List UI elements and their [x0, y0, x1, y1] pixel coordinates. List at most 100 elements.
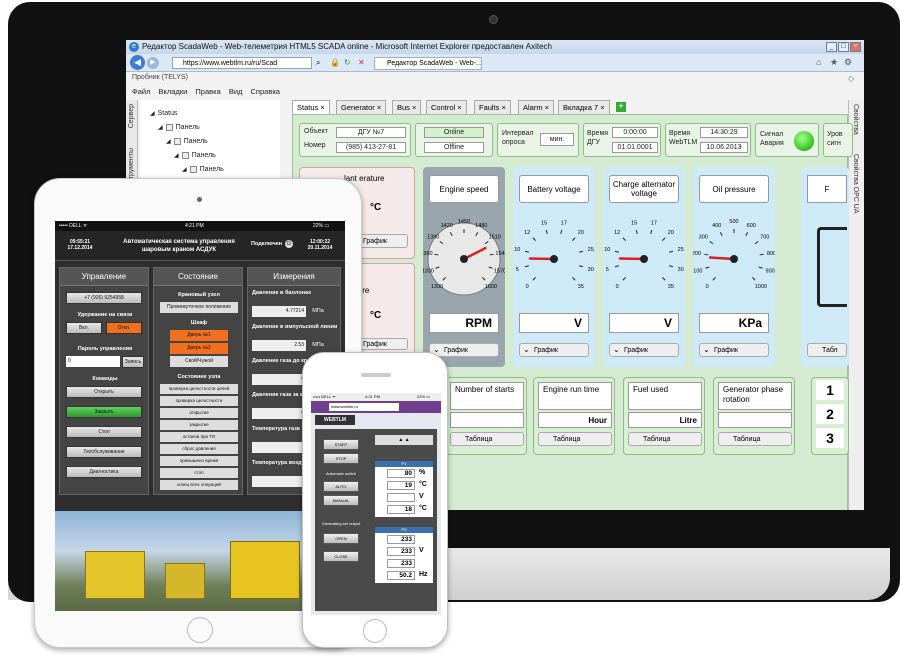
gear-icon[interactable]: ⚙ — [844, 57, 852, 68]
close-window-button[interactable]: × — [850, 42, 861, 52]
menu-tabs[interactable]: Вкладки — [159, 87, 188, 96]
dgu-date-value: 01.01.0001 — [612, 142, 658, 153]
gauge-tick-label: 25 — [588, 247, 594, 253]
menu-edit[interactable]: Правка — [195, 87, 220, 96]
door1-state: Дверь №1 — [170, 330, 228, 341]
reading-value: 50.2 — [387, 571, 415, 580]
tree-node-panel[interactable]: ◢ Панель — [158, 124, 200, 131]
close-button[interactable]: Закрыть — [66, 406, 142, 418]
reading-row: 80% — [375, 469, 433, 479]
gauge-tick — [614, 250, 620, 253]
gauge-tick-label: 10 — [514, 247, 520, 253]
counter-value — [718, 412, 792, 428]
url-input[interactable]: https://www.webtlm.ru/ru/Scad — [172, 57, 312, 69]
tablet-home-button[interactable] — [187, 617, 213, 643]
connection-cell: Online Offline — [415, 123, 493, 157]
gauge-tick — [532, 237, 536, 241]
hold-on-button[interactable]: Вкл. — [66, 322, 102, 334]
open-button[interactable]: OPEN — [323, 533, 359, 544]
auto-button[interactable]: AUTO — [323, 481, 359, 492]
tree-node-status[interactable]: ◢ Status — [150, 110, 177, 117]
collapse-icon[interactable]: ◇ — [848, 74, 854, 83]
tab-alarm[interactable]: Alarm × — [518, 100, 555, 114]
gauge-tick-label: 300 — [699, 235, 708, 241]
back-icon[interactable]: ◀ — [130, 55, 145, 70]
gauge-tick-label: 1600 — [485, 284, 497, 290]
minimize-button[interactable]: _ — [826, 42, 837, 52]
side-tab-properties[interactable]: Свойства — [852, 104, 859, 135]
interval-input[interactable]: мин. — [540, 133, 574, 146]
tab-faults[interactable]: Faults × — [474, 100, 511, 114]
gauge-tick — [524, 265, 530, 268]
close-button[interactable]: CLOSE — [323, 551, 359, 562]
tab-bus[interactable]: Bus × — [392, 100, 422, 114]
tab-tab7[interactable]: Вкладка 7 × — [558, 100, 610, 114]
gauge-title: Engine speed — [429, 175, 499, 203]
stop-button[interactable]: STOP — [323, 453, 359, 464]
table-button[interactable]: Таблица — [450, 432, 524, 446]
browser-tab[interactable]: Редактор ScadaWeb - Web-... — [374, 57, 482, 70]
tab-control[interactable]: Control × — [426, 100, 467, 114]
tree-node-panel[interactable]: ◢ Панель — [182, 166, 224, 173]
diagnostics-button[interactable]: Диагностика — [66, 466, 142, 478]
node-state-item: останов при ТО — [160, 432, 238, 442]
chart-button[interactable]: График — [519, 343, 589, 357]
star-icon[interactable]: ★ — [830, 57, 838, 68]
phone-url-input[interactable]: www.webtlm.ru — [329, 403, 399, 411]
write-button[interactable]: Запись — [122, 356, 144, 368]
refresh-icon[interactable]: ↻ — [344, 58, 351, 67]
table-button[interactable]: Табл — [807, 343, 847, 357]
table-button[interactable]: Таблица — [538, 432, 612, 446]
panel-unit: °C — [370, 310, 382, 321]
menu-file[interactable]: Файл — [132, 87, 150, 96]
stop-icon[interactable]: ✕ — [358, 58, 365, 67]
gauge-tick-label: 10 — [604, 247, 610, 253]
maintenance-button[interactable]: Техобслуживание — [66, 446, 142, 458]
phone-button[interactable]: +7 (926) 9254958 — [66, 292, 142, 304]
table-button[interactable]: Таблица — [718, 432, 792, 446]
gauge-tick — [754, 240, 759, 245]
date-right: 12:00:22 20.11.2014 — [307, 239, 333, 251]
chart-button[interactable]: График — [429, 343, 499, 357]
side-tab-server[interactable]: Сервер — [128, 104, 135, 128]
add-tab-icon[interactable]: + — [616, 102, 626, 112]
gauge-tick — [622, 237, 626, 241]
tree-node-panel[interactable]: ◢ Панель — [174, 152, 216, 159]
forward-icon[interactable]: ▶ — [147, 57, 159, 69]
counter-title: Engine run time — [538, 382, 612, 410]
menu-help[interactable]: Справка — [251, 87, 280, 96]
manual-button[interactable]: MANUAL — [323, 495, 359, 506]
side-tab-opc-properties[interactable]: Свойства OPC UA — [852, 154, 859, 214]
lock-icon[interactable]: 🔒 — [330, 58, 340, 67]
phone-home-button[interactable] — [363, 619, 387, 643]
level-label: Уров сигн — [827, 131, 843, 147]
tab-generator[interactable]: Generator × — [336, 100, 387, 114]
power-icon[interactable]: ⏻ — [285, 240, 293, 248]
door2-state: Дверь №2 — [170, 343, 228, 354]
chart-button[interactable]: График — [699, 343, 769, 357]
hold-off-button[interactable]: Откл. — [106, 322, 142, 334]
open-button[interactable]: Открыть — [66, 386, 142, 398]
home-icon[interactable]: ⌂ — [816, 57, 821, 67]
phase-rotation-display: 1 2 3 — [811, 377, 849, 455]
maximize-button[interactable]: □ — [838, 42, 849, 52]
battery-label: 22% ▭ — [417, 394, 430, 399]
hold-label: Удержание на связи — [77, 312, 133, 318]
counter-title: Number of starts — [450, 382, 524, 410]
gauge-tick-label: 1540 — [495, 251, 505, 257]
password-input[interactable]: 0 — [66, 356, 120, 367]
start-button[interactable]: START — [323, 439, 359, 450]
dgu-time-cell: Время ДГУ 0:00:00 01.01.0001 — [583, 123, 661, 157]
tree-node-panel[interactable]: ◢ Панель — [166, 138, 208, 145]
tablet-header: 09:55:21 17.12.2014 Автоматическая систе… — [55, 231, 345, 261]
chart-button[interactable]: График — [609, 343, 679, 357]
menu-view[interactable]: Вид — [229, 87, 243, 96]
gauge-dial: 0 100 200 300 400 500 600 700 800 900 1000 — [693, 219, 775, 290]
gauge-tick-label: 1420 — [441, 223, 453, 229]
table-button[interactable]: Таблица — [628, 432, 702, 446]
tab-status[interactable]: Status × — [292, 100, 330, 114]
p1-label: P1 — [375, 461, 433, 467]
stop-button[interactable]: Стоп — [66, 426, 142, 438]
measurement-value: 0 — [252, 374, 306, 385]
search-icon[interactable]: ⌕ — [316, 58, 320, 68]
